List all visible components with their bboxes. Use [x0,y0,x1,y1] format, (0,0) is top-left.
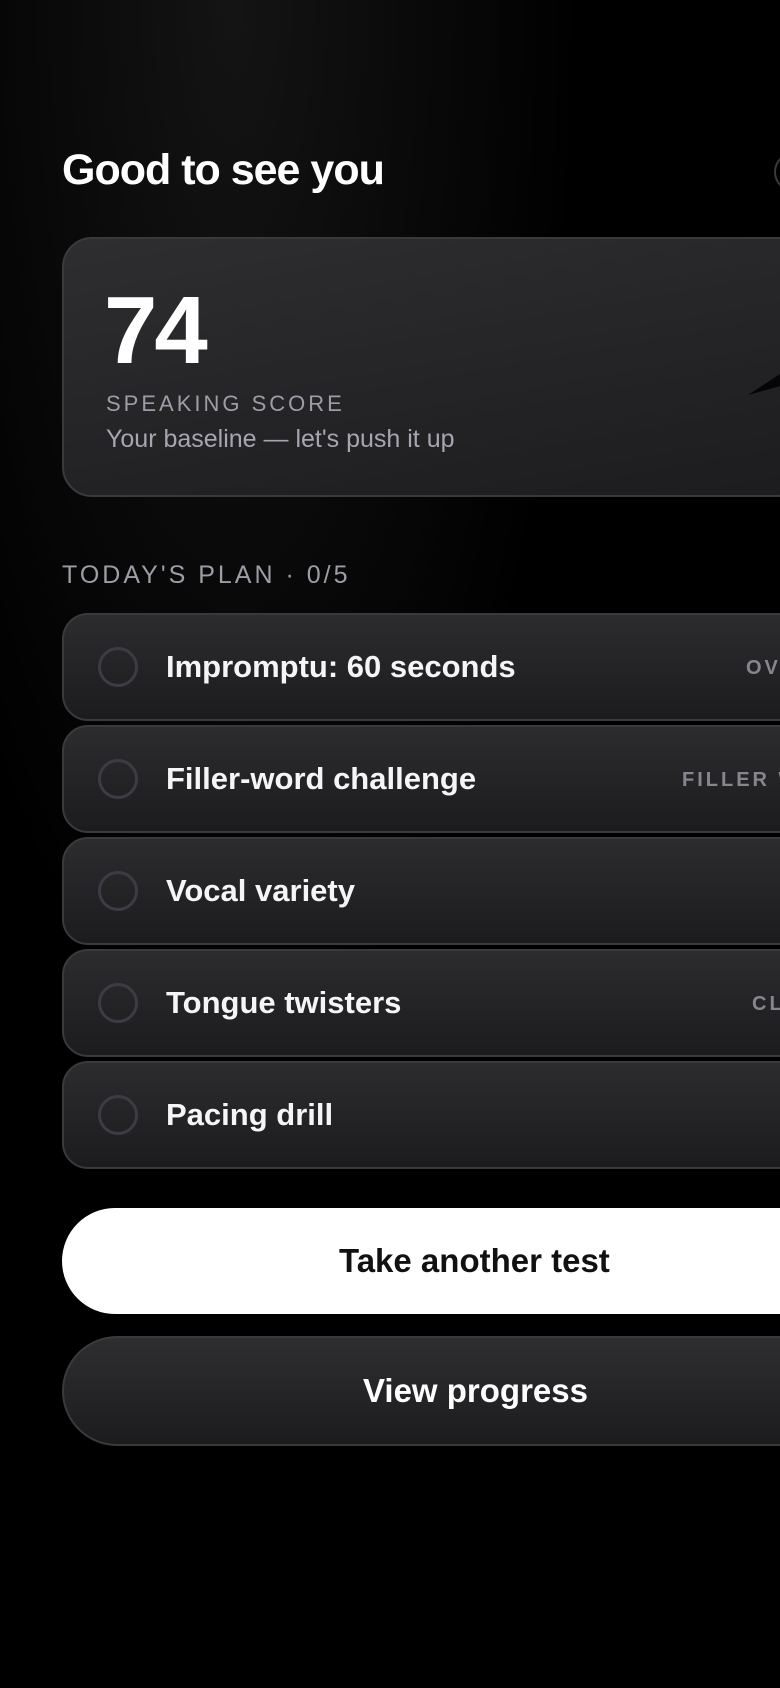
task-tag: FILLER W [682,769,780,791]
greeting-title: Good to see you [62,146,385,194]
task-title: Pacing drill [166,1097,334,1132]
trend-arrow-icon [748,374,780,395]
task-checkbox[interactable] [98,1095,138,1135]
task-vocal-variety[interactable]: Vocal variety [62,837,780,945]
task-tag: OV [746,657,780,679]
score-label: SPEAKING SCORE [106,391,345,416]
task-title: Impromptu: 60 seconds [166,649,516,684]
view-progress-button[interactable]: View progress [62,1336,780,1446]
task-checkbox[interactable] [98,983,138,1023]
task-pacing-drill[interactable]: Pacing drill [62,1061,780,1169]
task-title: Vocal variety [166,873,355,908]
todays-plan-header: TODAY'S PLAN · 0/5 [62,561,351,589]
task-filler-word[interactable]: Filler-word challenge FILLER W [62,725,780,833]
task-checkbox[interactable] [98,647,138,687]
profile-avatar[interactable] [774,152,780,192]
home-screen: Good to see you 74 SPEAKING SCORE Your b… [0,0,780,1688]
task-impromptu[interactable]: Impromptu: 60 seconds OV [62,613,780,721]
take-another-test-button[interactable]: Take another test [62,1208,780,1314]
task-title: Tongue twisters [166,985,402,1020]
task-tongue-twisters[interactable]: Tongue twisters CL [62,949,780,1057]
task-checkbox[interactable] [98,871,138,911]
task-title: Filler-word challenge [166,761,477,796]
task-tag: CL [752,993,780,1015]
speaking-score-card[interactable]: 74 SPEAKING SCORE Your baseline — let's … [62,237,780,497]
score-subtitle: Your baseline — let's push it up [106,425,455,453]
task-checkbox[interactable] [98,759,138,799]
score-value: 74 [104,277,208,384]
